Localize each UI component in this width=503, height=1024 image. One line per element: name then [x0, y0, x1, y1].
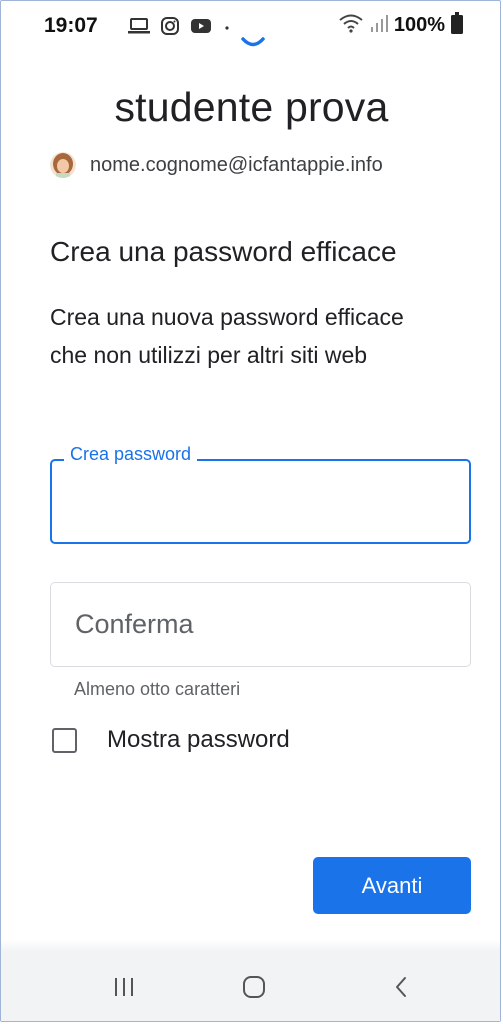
battery-icon	[451, 12, 463, 39]
youtube-icon	[190, 17, 212, 40]
password-hint: Almeno otto caratteri	[74, 679, 241, 699]
recent-apps-button[interactable]	[104, 970, 144, 1004]
confirm-password-input[interactable]	[51, 583, 470, 666]
account-email: nome.cognome@icfantappie.info	[90, 153, 383, 176]
loading-spinner-icon	[241, 37, 265, 47]
create-password-label: Crea password	[64, 444, 198, 465]
show-password-option[interactable]: Mostra password	[52, 726, 290, 754]
navigation-bar	[1, 952, 500, 1021]
show-password-label: Mostra password	[107, 726, 290, 753]
page-description: Crea una nuova password efficace che non…	[50, 304, 404, 368]
create-password-field[interactable]	[50, 459, 471, 544]
back-button[interactable]	[381, 970, 421, 1004]
home-icon	[243, 976, 265, 998]
page-title: Crea una password efficace	[50, 236, 397, 267]
recent-apps-icon	[115, 978, 133, 996]
battery-percent: 100%	[393, 14, 445, 36]
confirm-password-field[interactable]	[50, 582, 471, 667]
notification-icons	[128, 16, 232, 41]
content-bottom-fade	[1, 940, 500, 952]
account-chip[interactable]: nome.cognome@icfantappie.info	[50, 152, 383, 178]
avatar	[50, 152, 76, 178]
account-name: studente prova	[114, 84, 389, 130]
status-time: 19:07	[44, 14, 98, 37]
home-button[interactable]	[234, 970, 274, 1004]
next-button[interactable]: Avanti	[313, 857, 471, 914]
wifi-icon	[338, 12, 364, 39]
instagram-icon	[160, 16, 180, 41]
create-password-input[interactable]	[52, 461, 469, 542]
dot-icon	[222, 17, 232, 40]
back-icon	[396, 977, 406, 997]
signal-icon	[370, 13, 388, 38]
status-bar: 19:07 100%	[0, 0, 503, 50]
show-password-checkbox[interactable]	[52, 727, 77, 753]
system-icons: 100%	[338, 12, 463, 39]
laptop-icon	[128, 17, 150, 40]
